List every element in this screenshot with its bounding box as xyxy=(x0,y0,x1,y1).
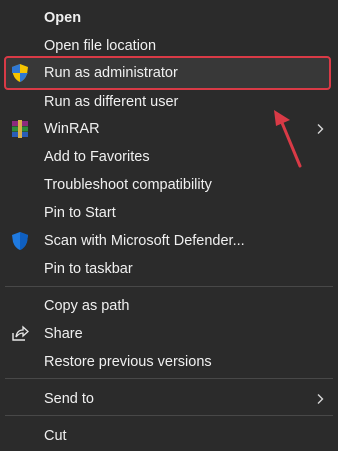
menu-item-label: Copy as path xyxy=(44,298,130,314)
menu-item-label: Pin to taskbar xyxy=(44,261,133,277)
menu-item-label: Open xyxy=(44,10,82,26)
menu-item-open-file-location[interactable]: Open file location xyxy=(0,32,338,60)
menu-item-open[interactable]: Open xyxy=(0,4,338,32)
menu-item-scan-with-defender[interactable]: Scan with Microsoft Defender... xyxy=(0,227,338,255)
menu-item-restore-previous-versions[interactable]: Restore previous versions xyxy=(0,348,338,376)
menu-item-label: WinRAR xyxy=(44,121,100,137)
uac-shield-icon xyxy=(12,64,28,82)
menu-item-label: Troubleshoot compatibility xyxy=(44,177,212,193)
menu-item-label: Send to xyxy=(44,391,94,407)
menu-separator xyxy=(5,378,333,379)
menu-item-cut[interactable]: Cut xyxy=(0,422,338,450)
menu-item-send-to[interactable]: Send to xyxy=(0,385,338,413)
menu-item-run-as-administrator[interactable]: Run as administrator xyxy=(0,59,338,87)
menu-item-pin-to-start[interactable]: Pin to Start xyxy=(0,199,338,227)
menu-item-label: Run as different user xyxy=(44,94,179,110)
menu-item-label: Restore previous versions xyxy=(44,354,212,370)
menu-item-label: Cut xyxy=(44,428,67,444)
menu-separator xyxy=(5,415,333,416)
menu-item-pin-to-taskbar[interactable]: Pin to taskbar xyxy=(0,255,338,283)
context-menu: Open Open file location Run as administr… xyxy=(0,0,338,451)
share-icon xyxy=(12,325,29,341)
defender-shield-icon xyxy=(12,232,28,250)
menu-item-copy-as-path[interactable]: Copy as path xyxy=(0,292,338,320)
chevron-right-icon xyxy=(317,394,324,404)
menu-item-label: Add to Favorites xyxy=(44,149,150,165)
menu-item-label: Run as administrator xyxy=(44,65,178,81)
menu-item-label: Scan with Microsoft Defender... xyxy=(44,233,245,249)
menu-item-label: Pin to Start xyxy=(44,205,116,221)
menu-separator xyxy=(5,286,333,287)
annotation-arrow-icon xyxy=(274,110,302,168)
menu-item-troubleshoot-compatibility[interactable]: Troubleshoot compatibility xyxy=(0,171,338,199)
winrar-icon xyxy=(12,120,28,138)
menu-item-label: Open file location xyxy=(44,38,157,54)
menu-item-share[interactable]: Share xyxy=(0,320,338,348)
menu-item-label: Share xyxy=(44,326,83,342)
chevron-right-icon xyxy=(317,124,324,134)
